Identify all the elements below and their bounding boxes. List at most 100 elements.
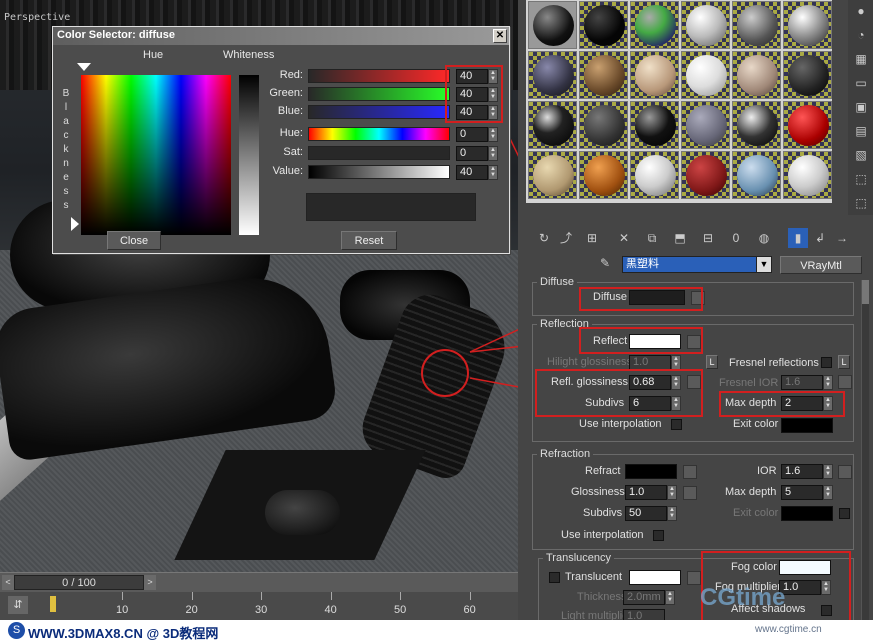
copy-material-icon[interactable]: ⧉ [642,228,662,248]
value-spinner[interactable]: 40 [456,165,488,180]
translucent-map-button[interactable] [687,571,701,585]
refr-use-interp-checkbox[interactable] [653,530,664,541]
track-bar[interactable]: ⇵ 10 20 30 40 50 60 [0,592,518,620]
material-scrollbar-thumb[interactable] [862,280,869,304]
thickness-input[interactable]: 2.0mm [623,590,665,605]
show-map-icon[interactable]: ◍ [754,228,774,248]
go-forward-icon[interactable]: → [832,228,852,248]
material-navigator-icon[interactable]: ⬚ [852,194,870,212]
video-color-icon[interactable]: ▣ [852,98,870,116]
translucent-color-swatch[interactable] [629,570,681,585]
sample-uv-icon[interactable]: ▭ [852,74,870,92]
refr-glossiness-spinner-icon[interactable]: ▲ ▼ [667,485,677,500]
material-slot[interactable] [630,151,679,199]
material-slot[interactable] [630,101,679,149]
material-type-button[interactable]: VRayMtl [780,256,862,274]
material-name-dropdown-icon[interactable]: ▼ [756,256,772,273]
background-icon[interactable]: ▦ [852,50,870,68]
time-frame-display[interactable]: 0 / 100 [14,575,144,590]
material-slot[interactable] [783,1,832,49]
material-slot[interactable] [681,51,730,99]
material-slot[interactable] [681,101,730,149]
go-to-parent-icon[interactable]: ↲ [810,228,830,248]
assign-material-icon[interactable]: ⊞ [582,228,602,248]
material-slot[interactable] [732,51,781,99]
refr-exit-color-swatch[interactable] [781,506,833,521]
show-end-result-icon[interactable]: ▮ [788,228,808,248]
value-spinner-arrows-icon[interactable]: ▲ ▼ [488,165,498,180]
select-by-material-icon[interactable]: ⬚ [852,170,870,188]
material-slot[interactable] [732,1,781,49]
ior-input[interactable]: 1.6 [781,464,823,479]
refr-max-depth-input[interactable]: 5 [781,485,823,500]
refract-color-swatch[interactable] [625,464,677,479]
get-material-icon[interactable]: ↻ [534,228,554,248]
pick-material-icon[interactable]: ✎ [600,256,610,270]
sat-spinner[interactable]: 0 [456,146,488,161]
material-slot[interactable] [579,101,628,149]
sat-spinner-arrows-icon[interactable]: ▲ ▼ [488,146,498,161]
viewport-label[interactable]: Perspective [4,12,70,23]
refr-glossiness-map-button[interactable] [683,486,697,500]
whiteness-bar[interactable] [239,75,259,235]
material-slot[interactable] [528,101,577,149]
translucent-checkbox[interactable] [549,572,560,583]
dialog-title[interactable]: Color Selector: diffuse [53,27,509,45]
time-slider[interactable]: < 0 / 100 > [0,572,518,592]
options-icon[interactable]: ▧ [852,146,870,164]
material-slot[interactable] [579,51,628,99]
green-slider[interactable] [308,87,450,101]
material-slot[interactable] [783,51,832,99]
backlight-icon[interactable]: ◔ [852,26,870,44]
sample-type-icon[interactable]: ● [852,2,870,20]
dialog-close-icon[interactable]: ✕ [493,29,507,43]
sat-slider[interactable] [308,146,450,160]
hue-arrow-icon[interactable] [77,63,91,71]
red-slider[interactable] [308,69,450,83]
material-slot[interactable] [630,51,679,99]
fresnel-ior-input[interactable]: 1.6 [781,375,823,390]
make-preview-icon[interactable]: ▤ [852,122,870,140]
hilight-glossiness-input[interactable]: 1.0 [629,355,671,370]
time-cursor[interactable] [50,596,56,612]
hue-slider[interactable] [308,127,450,141]
fresnel-ior-map-button[interactable] [838,375,852,389]
value-slider[interactable] [308,165,450,179]
refr-exit-color-checkbox[interactable] [839,508,850,519]
material-slot[interactable] [579,1,628,49]
reset-button[interactable]: Reset [341,231,397,250]
material-slot[interactable] [783,151,832,199]
refr-glossiness-input[interactable]: 1.0 [625,485,667,500]
hilight-glossiness-spinner-icon[interactable]: ▲ ▼ [671,355,681,370]
hilight-lock-button[interactable]: L [706,355,718,369]
put-to-library-icon[interactable]: ⊟ [698,228,718,248]
material-slot[interactable] [528,51,577,99]
ior-map-button[interactable] [838,465,852,479]
make-unique-icon[interactable]: ⬒ [670,228,690,248]
material-slot[interactable] [528,1,577,49]
close-button[interactable]: Close [107,231,161,250]
hue-spinner-arrows-icon[interactable]: ▲ ▼ [488,127,498,142]
reset-map-icon[interactable]: ✕ [614,228,634,248]
put-to-scene-icon[interactable]: ⤴ [556,228,576,248]
refr-max-depth-spinner-icon[interactable]: ▲ ▼ [823,485,833,500]
material-scrollbar[interactable] [861,280,869,620]
refr-subdivs-spinner-icon[interactable]: ▲ ▼ [667,506,677,521]
hue-spinner[interactable]: 0 [456,127,488,142]
material-id-channel[interactable]: 0 [726,228,746,248]
material-slot[interactable] [732,101,781,149]
ior-spinner-icon[interactable]: ▲ ▼ [823,464,833,479]
refr-subdivs-input[interactable]: 50 [625,506,667,521]
open-curve-editor-icon[interactable]: ⇵ [8,596,28,614]
material-slot[interactable] [732,151,781,199]
fresnel-ior-spinner-icon[interactable]: ▲ ▼ [823,375,833,390]
refl-exit-color-swatch[interactable] [781,418,833,433]
material-slot[interactable] [783,101,832,149]
refract-map-button[interactable] [683,465,697,479]
material-slot[interactable] [681,1,730,49]
hue-blackness-grid[interactable] [81,75,231,235]
material-slot[interactable] [681,151,730,199]
time-prev-button[interactable]: < [2,575,14,590]
fresnel-reflections-checkbox[interactable] [821,357,832,368]
time-next-button[interactable]: > [144,575,156,590]
